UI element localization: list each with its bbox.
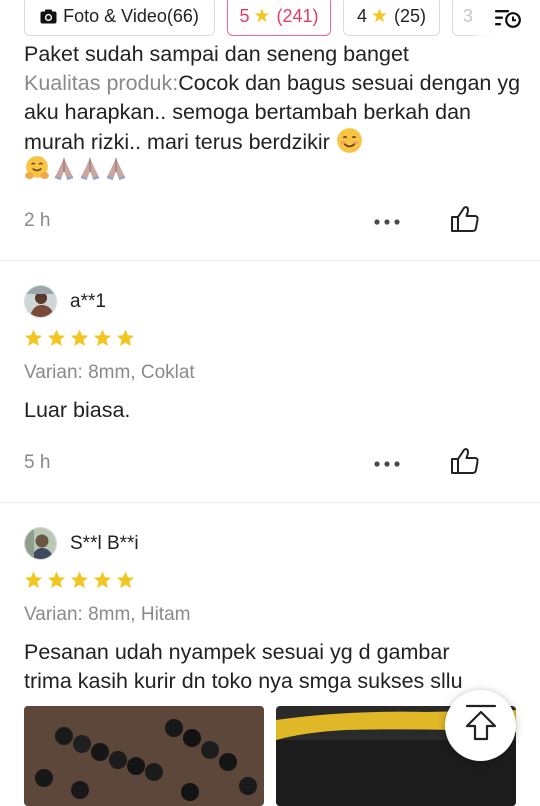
thumbs-up-icon [450, 447, 480, 480]
star-icon [70, 329, 89, 352]
avatar[interactable] [24, 527, 57, 560]
star-icon: ★ [253, 5, 271, 27]
more-options-button[interactable] [372, 453, 402, 473]
review-divider [0, 502, 540, 503]
star-icon [116, 329, 135, 352]
filter-chip-3-star-rating: 3 [463, 5, 474, 26]
camera-icon [40, 9, 57, 24]
star-icon [93, 571, 112, 594]
folded-hands-emoji-icon [78, 155, 102, 186]
smiling-face-emoji-icon [336, 128, 363, 154]
star-icon [24, 329, 43, 352]
filter-chip-photo-video[interactable]: Foto & Video(66) [24, 0, 215, 36]
variant-label: Varian: 8mm, Hitam [24, 604, 191, 625]
filter-chip-5-star[interactable]: 5 ★ (241) [227, 0, 331, 36]
filter-chip-photo-video-label: Foto & Video(66) [63, 5, 199, 26]
filter-chip-4-star-count: (25) [394, 5, 427, 26]
review-time: 5 h [24, 452, 51, 473]
star-icon [93, 329, 112, 352]
thumbs-up-icon [450, 205, 480, 238]
star-icon: ★ [370, 5, 389, 27]
filter-chip-5-star-rating: 5 [239, 5, 250, 26]
more-options-button[interactable] [372, 211, 402, 231]
reviewer-name: S**l B**i [70, 533, 139, 554]
emoji-row [24, 155, 128, 186]
reviewer-name: a**1 [70, 291, 106, 312]
review-photo[interactable] [24, 706, 264, 806]
hugging-face-emoji-icon [24, 155, 50, 186]
rating-stars [24, 329, 135, 352]
rating-stars [24, 571, 135, 594]
review-body-line: trima kasih kurir dn toko nya smga sukse… [24, 669, 463, 693]
avatar[interactable] [24, 285, 57, 318]
review-partial-line: Paket sudah sampai dan seneng banget [24, 42, 409, 66]
more-dots-icon [374, 454, 400, 472]
review-filter-bar: Foto & Video(66) 5 ★ (241) 4 ★ (25) 3 [0, 0, 540, 42]
star-icon [47, 571, 66, 594]
star-icon [70, 571, 89, 594]
star-icon [24, 571, 43, 594]
folded-hands-emoji-icon [104, 155, 128, 186]
review-body-line: Pesanan udah nyampek sesuai yg d gambar [24, 640, 450, 664]
quality-label: Kualitas produk: [24, 71, 179, 95]
filter-chip-4-star[interactable]: 4 ★ (25) [343, 0, 440, 36]
variant-label: Varian: 8mm, Coklat [24, 362, 195, 383]
review-divider [0, 260, 540, 261]
like-button[interactable] [448, 446, 482, 480]
sort-clock-icon [494, 7, 522, 34]
review-body: Kualitas produk:Cocok dan bagus sesuai d… [24, 69, 524, 157]
star-icon [116, 571, 135, 594]
more-dots-icon [374, 212, 400, 230]
review-body: Luar biasa. [24, 398, 131, 422]
filter-chip-4-star-rating: 4 [356, 5, 367, 26]
folded-hands-emoji-icon [52, 155, 76, 186]
scroll-to-top-button[interactable] [445, 690, 516, 761]
star-icon [47, 329, 66, 352]
filter-chip-5-star-count: (241) [276, 5, 319, 26]
arrow-up-to-top-icon [464, 704, 498, 747]
like-button[interactable] [448, 204, 482, 238]
review-time: 2 h [24, 210, 51, 231]
sort-button[interactable] [476, 0, 540, 40]
